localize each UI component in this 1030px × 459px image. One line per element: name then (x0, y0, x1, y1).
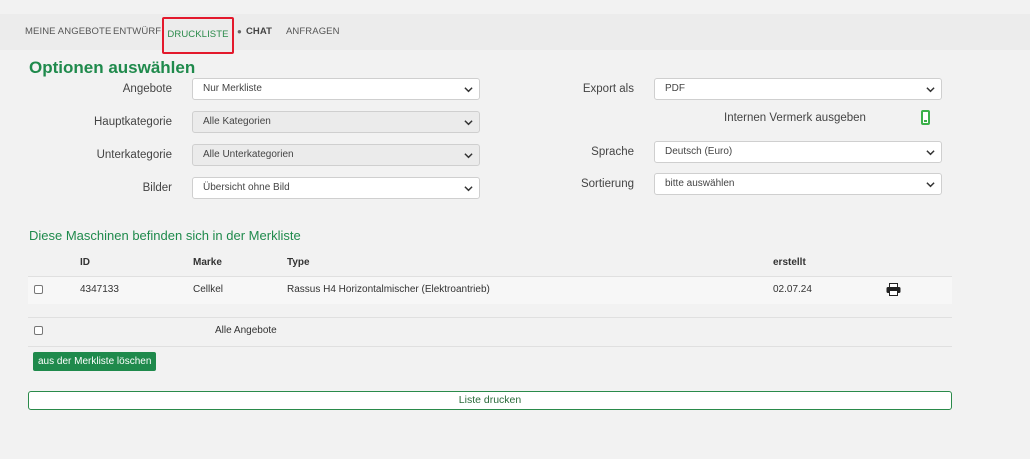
select-all-label: Alle Angebote (215, 325, 277, 336)
column-header-type: Type (287, 257, 310, 268)
bilder-value: Übersicht ohne Bild (203, 182, 290, 193)
row-id: 4347133 (80, 284, 119, 295)
vermerk-label: Internen Vermerk ausgeben (724, 112, 866, 124)
chevron-down-icon (926, 142, 935, 164)
bilder-label: Bilder (142, 182, 172, 194)
angebote-label: Angebote (122, 83, 172, 95)
select-all-checkbox[interactable] (34, 326, 43, 335)
hauptkategorie-select[interactable]: Alle Kategorien (192, 111, 480, 133)
row-erstellt: 02.07.24 (773, 284, 812, 295)
table-row (28, 277, 952, 304)
export-label: Export als (582, 83, 634, 95)
column-header-erstellt: erstellt (773, 257, 806, 268)
hauptkategorie-value: Alle Kategorien (203, 116, 271, 127)
print-list-button[interactable]: Liste drucken (28, 391, 952, 410)
nav-tab-entwuerfe[interactable]: ENTWÜRFE (113, 14, 168, 50)
bilder-select[interactable]: Übersicht ohne Bild (192, 177, 480, 199)
top-nav: MEINE ANGEBOTE ENTWÜRFE DRUCKLISTE ● CHAT… (0, 14, 1030, 54)
column-header-id: ID (80, 257, 90, 268)
row-marke: Cellkel (193, 284, 224, 295)
angebote-select[interactable]: Nur Merkliste (192, 78, 480, 100)
sortierung-label: Sortierung (580, 178, 634, 190)
unterkategorie-label: Unterkategorie (96, 149, 172, 161)
vermerk-toggle-icon[interactable] (921, 110, 930, 125)
delete-from-merkliste-button[interactable]: aus der Merkliste löschen (33, 352, 157, 371)
sortierung-select[interactable]: bitte auswählen (654, 173, 942, 195)
chevron-down-icon (464, 145, 473, 167)
sprache-label: Sprache (591, 146, 634, 158)
unterkategorie-select[interactable]: Alle Unterkategorien (192, 144, 480, 166)
nav-tab-chat[interactable]: ● CHAT (237, 14, 272, 50)
sortierung-value: bitte auswählen (665, 178, 735, 189)
angebote-value: Nur Merkliste (203, 83, 262, 94)
chat-bubble-icon: ● (237, 27, 242, 36)
chevron-down-icon (464, 112, 473, 134)
options-title: Optionen auswählen (29, 58, 196, 77)
nav-tab-chat-label: CHAT (245, 26, 273, 37)
unterkategorie-value: Alle Unterkategorien (203, 149, 294, 160)
export-value: PDF (665, 83, 685, 94)
chevron-down-icon (464, 79, 473, 101)
table-divider (28, 346, 952, 347)
chevron-down-icon (464, 178, 473, 200)
row-checkbox[interactable] (34, 285, 43, 294)
sprache-select[interactable]: Deutsch (Euro) (654, 141, 942, 163)
chevron-down-icon (926, 174, 935, 196)
export-select[interactable]: PDF (654, 78, 942, 100)
sprache-value: Deutsch (Euro) (665, 146, 733, 157)
table-divider (28, 317, 952, 318)
row-type: Rassus H4 Horizontalmischer (Elektroantr… (287, 284, 490, 295)
nav-tab-meine-angebote[interactable]: MEINE ANGEBOTE (25, 14, 111, 50)
merkliste-title: Diese Maschinen befinden sich in der Mer… (29, 228, 301, 243)
nav-tab-druckliste[interactable]: DRUCKLISTE (162, 17, 234, 54)
hauptkategorie-label: Hauptkategorie (94, 116, 172, 128)
printer-icon[interactable] (886, 283, 901, 296)
chevron-down-icon (926, 79, 935, 101)
column-header-marke: Marke (193, 257, 222, 268)
nav-tab-anfragen[interactable]: ANFRAGEN (286, 14, 340, 50)
